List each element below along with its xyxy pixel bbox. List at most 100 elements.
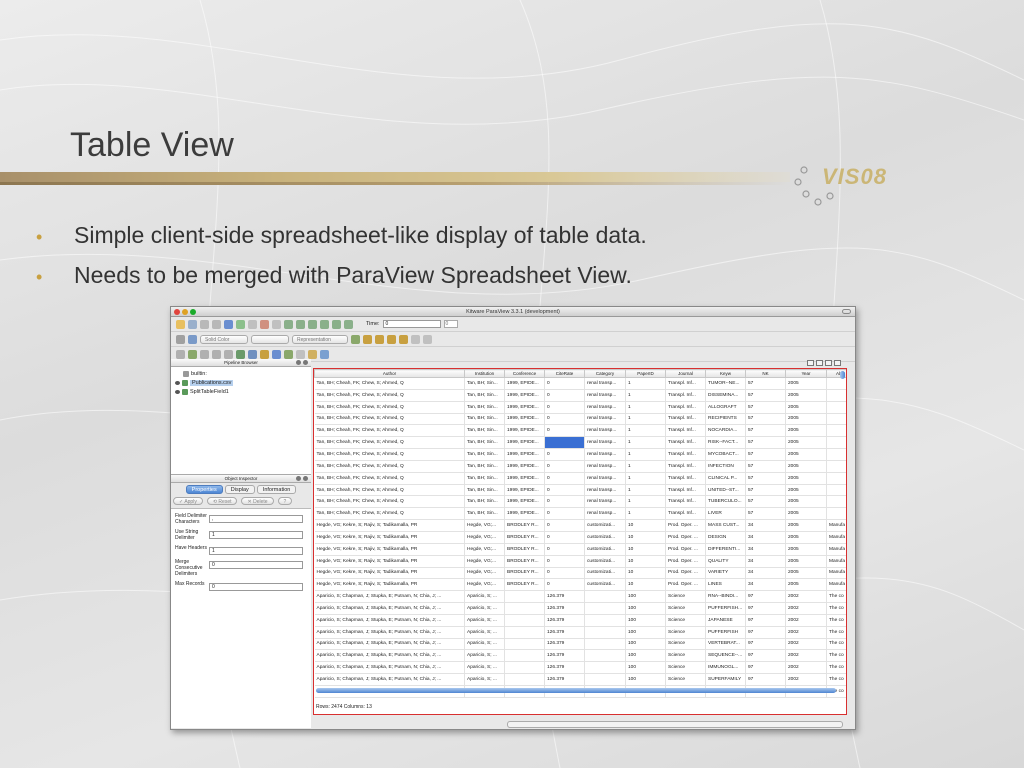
table-cell[interactable]: 57	[745, 507, 786, 521]
table-cell[interactable]: 100	[625, 673, 666, 686]
server-connect-icon[interactable]	[200, 319, 209, 329]
table-cell[interactable]: 57	[745, 495, 786, 509]
table-cell[interactable]: LINES	[705, 578, 746, 592]
delete-button[interactable]: ✕ Delete	[241, 497, 274, 505]
table-cell[interactable]: 2002	[785, 626, 827, 639]
table-row[interactable]: Aparicio, S; Chapman, J; Stupka, E; Putn…	[314, 638, 846, 651]
column-header[interactable]: Category	[584, 369, 626, 378]
table-cell[interactable]: 2005	[785, 436, 827, 450]
color-by-combo[interactable]: Solid Color	[200, 334, 248, 344]
table-cell[interactable]: Aparicio, S; Chapman, J; Stupka, E; Putn…	[314, 602, 465, 615]
line-chart-icon[interactable]	[296, 349, 305, 359]
table-cell[interactable]: Transpl. Inf...	[665, 460, 706, 473]
table-cell[interactable]: 57	[745, 413, 786, 426]
table-cell[interactable]: customizati...	[584, 567, 626, 580]
table-row[interactable]: Tan, BH; Cheah, FK; Chew, S; Ahmed, Q Tan…	[314, 377, 846, 390]
table-cell[interactable]: renal transp...	[584, 389, 626, 402]
view-x-icon[interactable]	[176, 349, 185, 359]
table-cell[interactable]: Hegde, VG; Kekre, S; Rajiv, S; Tadikamal…	[314, 578, 465, 592]
table-cell[interactable]: 2005	[785, 401, 827, 414]
table-row[interactable]: Tan, BH; Cheah, FK; Chew, S; Ahmed, Q Tan…	[314, 495, 846, 509]
pipeline-item[interactable]: Publications.csv	[175, 378, 307, 387]
table-row[interactable]: Hegde, VG; Kekre, S; Rajiv, S; Tadikamal…	[314, 567, 846, 580]
max-records-input[interactable]: 0	[209, 583, 303, 591]
table-cell[interactable]: Aparicio, S; ...	[464, 614, 505, 627]
close-panel-icon[interactable]	[303, 360, 308, 365]
table-cell[interactable]: Tan, BH; Cheah, FK; Chew, S; Ahmed, Q	[314, 389, 465, 402]
table-cell[interactable]: 1999, EPIDE...	[504, 472, 545, 485]
table-cell[interactable]: RISK--FACT...	[705, 436, 746, 450]
table-cell[interactable]: UNITED--ST...	[705, 484, 746, 497]
table-cell[interactable]: Tan, BH; Cheah, FK; Chew, S; Ahmed, Q	[314, 495, 465, 509]
table-cell[interactable]	[826, 413, 846, 426]
table-cell[interactable]	[826, 460, 846, 473]
table-cell[interactable]: Tan, BH; Cheah, FK; Chew, S; Ahmed, Q	[314, 507, 465, 521]
field-delimiter-input[interactable]: ,	[209, 515, 303, 523]
apply-button[interactable]: ✓ Apply	[173, 497, 203, 505]
table-cell[interactable]: 0	[544, 401, 585, 414]
table-row[interactable]: Tan, BH; Cheah, FK; Chew, S; Ahmed, Q Tan…	[314, 389, 846, 402]
table-row[interactable]: Hegde, VG; Kekre, S; Rajiv, S; Tadikamal…	[314, 543, 846, 556]
glyph-icon[interactable]	[248, 349, 257, 359]
table-cell[interactable]: 126.379	[544, 626, 585, 639]
filter-slice-icon[interactable]	[363, 334, 372, 344]
table-cell[interactable]: Aparicio, S; ...	[464, 602, 505, 615]
vertical-scrollbar[interactable]	[840, 371, 845, 379]
table-cell[interactable]: 1	[625, 389, 666, 402]
table-cell[interactable]: The co	[826, 626, 846, 639]
table-cell[interactable]: 0	[544, 460, 585, 473]
table-row[interactable]: Tan, BH; Cheah, FK; Chew, S; Ahmed, Q Tan…	[314, 507, 846, 521]
table-cell[interactable]: renal transp...	[584, 424, 626, 438]
table-cell[interactable]: Aparicio, S; Chapman, J; Stupka, E; Putn…	[314, 673, 465, 686]
table-cell[interactable]: 1999, EPIDE...	[504, 377, 545, 390]
save-state-icon[interactable]	[188, 319, 197, 329]
undo-icon[interactable]	[260, 319, 269, 329]
table-cell[interactable]: 34	[745, 567, 786, 580]
table-cell[interactable]: 2005	[785, 567, 827, 580]
table-cell[interactable]: 57	[745, 436, 786, 450]
table-cell[interactable]: 1999, EPIDE...	[504, 436, 545, 450]
table-cell[interactable]: Hegde, VG; Kekre, S; Rajiv, S; Tadikamal…	[314, 567, 465, 580]
table-cell[interactable]: NOCARDIA...	[705, 424, 746, 438]
table-cell[interactable]: Prod. Oper. ...	[665, 543, 706, 556]
first-frame-icon[interactable]	[284, 319, 293, 329]
table-cell[interactable]: 1999, EPIDE...	[504, 448, 545, 461]
table-cell[interactable]: BRODLEY R...	[504, 543, 545, 556]
string-delimiter-input[interactable]: 1	[209, 531, 303, 539]
table-row[interactable]: Tan, BH; Cheah, FK; Chew, S; Ahmed, Q Tan…	[314, 424, 846, 438]
table-cell[interactable]: 0	[544, 507, 585, 521]
table-cell[interactable]: 97	[745, 614, 786, 627]
column-header[interactable]: NK	[745, 369, 786, 378]
table-cell[interactable]: Science	[665, 673, 706, 686]
table-cell[interactable]: Aparicio, S; Chapman, J; Stupka, E; Putn…	[314, 661, 465, 675]
table-cell[interactable]: Tan, BH; Cheah, FK; Chew, S; Ahmed, Q	[314, 472, 465, 485]
table-cell[interactable]: customizati...	[584, 519, 626, 532]
table-cell[interactable]: QUALITY	[705, 555, 746, 568]
table-cell[interactable]: TUMOR--NE...	[705, 377, 746, 390]
table-cell[interactable]: Transpl. Inf...	[665, 377, 706, 390]
visibility-eye-icon[interactable]	[175, 389, 180, 394]
table-cell[interactable]: Tan, BH; Sin...	[464, 401, 505, 414]
server-disconnect-icon[interactable]	[212, 319, 221, 329]
table-cell[interactable]: 126.379	[544, 590, 585, 604]
table-cell[interactable]: BRODLEY R...	[504, 578, 545, 592]
camera-rotate-icon[interactable]	[423, 334, 432, 344]
table-cell[interactable]: Hegde, VG;...	[464, 519, 505, 532]
table-cell[interactable]: 1999, EPIDE...	[504, 484, 545, 497]
table-cell[interactable]	[504, 673, 545, 686]
table-cell[interactable]: 57	[745, 448, 786, 461]
table-cell[interactable]: 2002	[785, 673, 827, 686]
table-cell[interactable]: Tan, BH; Sin...	[464, 460, 505, 473]
table-cell[interactable]: 97	[745, 649, 786, 663]
table-cell[interactable]: Transpl. Inf...	[665, 472, 706, 485]
table-cell[interactable]: Transpl. Inf...	[665, 507, 706, 521]
table-cell[interactable]: Hegde, VG;...	[464, 543, 505, 556]
time-input[interactable]: 0	[382, 320, 441, 328]
zoom-window-button[interactable]	[190, 309, 196, 315]
table-cell[interactable]: DESIGN	[705, 531, 746, 544]
table-row[interactable]: Tan, BH; Cheah, FK; Chew, S; Ahmed, Q Tan…	[314, 472, 846, 485]
table-cell[interactable]: Tan, BH; Cheah, FK; Chew, S; Ahmed, Q	[314, 460, 465, 473]
table-cell[interactable]: 2005	[785, 543, 827, 556]
table-cell[interactable]: Manufa	[826, 543, 846, 556]
table-cell[interactable]: 34	[745, 519, 786, 532]
